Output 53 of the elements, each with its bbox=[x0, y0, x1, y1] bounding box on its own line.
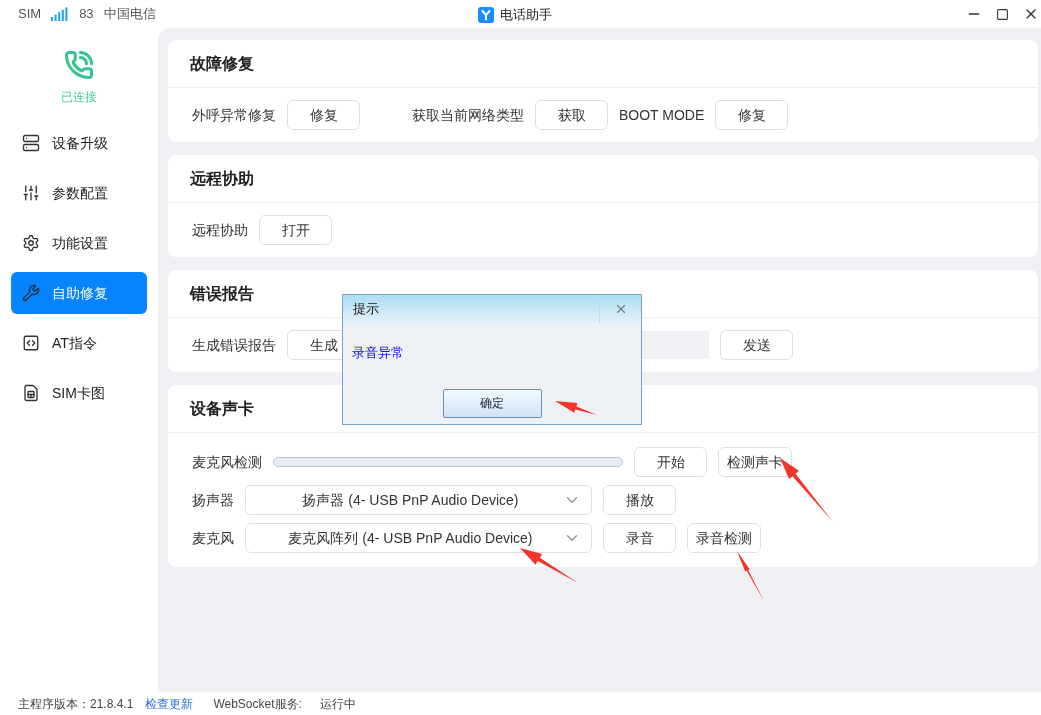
section-title: 设备声卡 bbox=[190, 398, 254, 419]
section-title: 远程协助 bbox=[190, 168, 254, 189]
confirm-button[interactable]: 确定 bbox=[442, 388, 542, 418]
row-label: 获取当前网络类型 bbox=[412, 105, 524, 125]
sidebar-item[interactable]: 自助修复 bbox=[11, 272, 147, 314]
window-title: 电话助手 bbox=[500, 6, 552, 24]
sim-label: SIM bbox=[18, 5, 42, 24]
action-button[interactable]: 录音 bbox=[603, 523, 676, 553]
action-button[interactable]: 播放 bbox=[603, 485, 676, 515]
sidebar-item[interactable]: 设备升级 bbox=[11, 122, 147, 164]
connection-status: 已连接 bbox=[61, 89, 97, 106]
action-button[interactable]: 开始 bbox=[634, 447, 707, 477]
device-select[interactable]: 麦克风阵列 (4- USB PnP Audio Device) bbox=[245, 523, 592, 553]
signal-icon bbox=[51, 7, 70, 21]
action-button[interactable]: 打开 bbox=[259, 215, 332, 245]
sidebar-item[interactable]: SIM卡图 bbox=[11, 372, 147, 414]
server-icon bbox=[22, 134, 40, 152]
wrench-icon bbox=[22, 284, 40, 302]
device-select[interactable]: 扬声器 (4- USB PnP Audio Device) bbox=[245, 485, 592, 515]
row-label: 扬声器 bbox=[192, 490, 234, 510]
dialog-title: 提示 bbox=[353, 300, 380, 319]
maximize-icon[interactable] bbox=[996, 7, 1009, 21]
section-title: 错误报告 bbox=[190, 283, 254, 304]
sliders-icon bbox=[22, 184, 40, 202]
action-button[interactable]: 发送 bbox=[720, 330, 793, 360]
carrier-name: 中国电信 bbox=[103, 5, 156, 24]
action-button[interactable]: 录音检测 bbox=[687, 523, 761, 553]
version-text: 主程序版本：21.8.4.1 bbox=[18, 695, 134, 713]
row-label: BOOT MODE bbox=[619, 105, 705, 125]
code-icon bbox=[22, 334, 40, 352]
action-button[interactable]: 修复 bbox=[287, 100, 360, 130]
update-link[interactable]: 检查更新 bbox=[145, 694, 194, 713]
service-label: WebSocket服务: bbox=[213, 695, 302, 713]
service-state: 运行中 bbox=[319, 695, 356, 713]
row-label: 麦克风检测 bbox=[192, 452, 262, 472]
section-title: 故障修复 bbox=[190, 53, 254, 74]
settings-icon bbox=[22, 234, 40, 252]
action-button[interactable]: 检测声卡 bbox=[718, 447, 792, 477]
annotation-arrow bbox=[520, 548, 578, 583]
action-button[interactable]: 修复 bbox=[715, 100, 789, 130]
sidebar-item[interactable]: 功能设置 bbox=[11, 222, 147, 264]
signal-value: 83 bbox=[79, 5, 94, 24]
row-label: 生成错误报告 bbox=[192, 335, 276, 355]
row-label: 远程协助 bbox=[192, 220, 248, 240]
phone-icon bbox=[64, 50, 94, 80]
sidebar-item[interactable]: 参数配置 bbox=[11, 172, 147, 214]
sidebar-item[interactable]: AT指令 bbox=[11, 322, 147, 364]
sim-card-icon bbox=[22, 384, 40, 402]
app-logo-icon bbox=[478, 6, 494, 23]
row-label: 麦克风 bbox=[192, 528, 234, 548]
annotation-arrow bbox=[555, 401, 597, 415]
action-button[interactable]: 获取 bbox=[535, 100, 608, 130]
row-label: 外呼异常修复 bbox=[192, 105, 276, 125]
